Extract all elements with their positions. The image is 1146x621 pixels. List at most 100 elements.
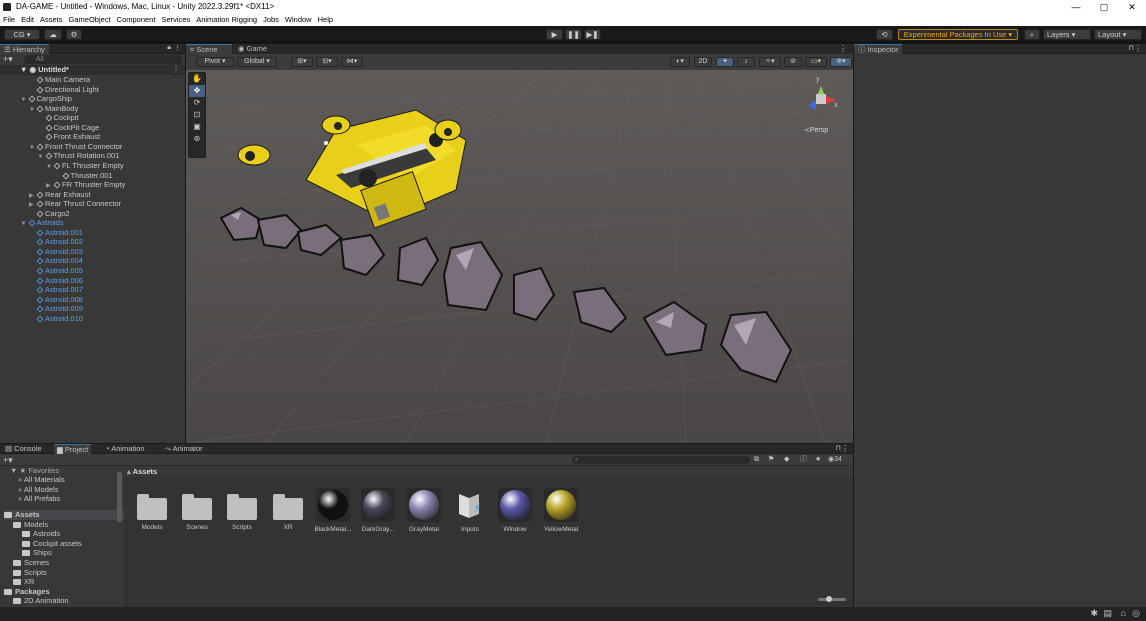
kebab-menu-icon[interactable]: ⋮ <box>174 44 181 52</box>
bug-icon[interactable]: ✱ <box>1090 608 1098 619</box>
lighting-icon[interactable]: ✦ <box>716 57 734 67</box>
favorite-all-models[interactable]: ⌕ All Models <box>18 485 58 495</box>
tab-animator[interactable]: ⤳ Animator <box>162 444 206 454</box>
layout-dropdown[interactable]: Layout ▾ <box>1094 29 1142 40</box>
hidden-objects-icon[interactable]: ⊘ <box>784 57 802 67</box>
lock-icon[interactable]: 🔒︎ <box>167 44 171 52</box>
transform-tool-icon[interactable]: ⊛ <box>189 133 205 145</box>
pivot-dropdown[interactable]: Pivot ▾ <box>196 57 234 67</box>
favorite-all-prefabs[interactable]: ⌕ All Prefabs <box>18 494 60 504</box>
pause-button[interactable]: ❚❚ <box>565 29 582 40</box>
favorite-all-materials[interactable]: ⌕ All Materials <box>18 475 65 485</box>
filter-label-icon[interactable]: ⚑ <box>768 454 774 466</box>
check-icon[interactable]: ◎ <box>1132 608 1140 619</box>
perspective-label[interactable]: ≺Persp <box>804 126 828 134</box>
menu-window[interactable]: Window <box>285 14 312 26</box>
breadcrumb-assets[interactable]: Assets <box>133 467 158 476</box>
increment-snap-icon[interactable]: ⋈▾ <box>341 57 363 67</box>
close-button[interactable]: ✕ <box>1118 0 1146 14</box>
menu-gameobject[interactable]: GameObject <box>69 14 111 26</box>
asset-tile[interactable]: Scripts <box>222 488 262 531</box>
asset-tile[interactable]: XR <box>268 488 308 531</box>
hierarchy-item[interactable]: ▶ FR Thruster Empty <box>46 180 125 190</box>
rotate-tool-icon[interactable]: ⟳ <box>189 97 205 109</box>
project-tree-item[interactable]: Assets <box>4 510 124 520</box>
hierarchy-item[interactable]: Astroid.006 <box>29 276 83 286</box>
hierarchy-item[interactable]: Astroid.002 <box>29 237 83 247</box>
filter-tag-icon[interactable]: ◆ <box>784 454 789 466</box>
tab-animation[interactable]: ◔ Animation <box>102 444 148 454</box>
hierarchy-item[interactable]: CockPit Cage <box>38 123 99 133</box>
camera-settings-icon[interactable]: ▭▾ <box>805 57 827 67</box>
grid-visibility-icon[interactable]: ⊟▾ <box>316 57 338 67</box>
add-icon[interactable]: +▾ <box>3 54 13 65</box>
hierarchy-item[interactable]: ▼ FL Thruster Empty <box>46 161 124 171</box>
hierarchy-item[interactable]: Astroid.009 <box>29 304 83 314</box>
zoom-slider[interactable] <box>818 598 846 601</box>
filter-type-icon[interactable]: ⧉ <box>754 454 759 466</box>
filter-info-icon[interactable]: ⓘ <box>800 454 807 466</box>
maximize-button[interactable]: ▢ <box>1090 0 1118 14</box>
history-icon[interactable]: ⟲ <box>876 29 893 40</box>
hierarchy-item[interactable]: Front Exhaust <box>38 132 100 142</box>
hierarchy-item[interactable]: ▼ CargoShip <box>21 94 72 104</box>
network-icon[interactable]: ⌂ <box>1121 608 1126 618</box>
tab-game[interactable]: ◉ Game <box>234 44 271 54</box>
hierarchy-item[interactable]: Astroid.008 <box>29 295 83 305</box>
step-button[interactable]: ▶❚ <box>584 29 601 40</box>
hand-tool-icon[interactable]: ✋ <box>189 73 205 85</box>
scene-viewport[interactable]: ✋ ✥ ⟳ ⊡ ▣ ⊛ y x ≺Persp <box>186 70 853 443</box>
experimental-packages-button[interactable]: Experimental Packages In Use ▾ <box>898 29 1018 40</box>
expand-arrow-icon[interactable]: ▼ <box>21 96 29 106</box>
project-add-icon[interactable]: +▾ <box>3 454 13 466</box>
project-tree-item[interactable]: Cockpit assets <box>22 539 82 549</box>
global-dropdown[interactable]: Global ▾ <box>237 57 277 67</box>
gizmos-icon[interactable]: ⊕▾ <box>830 57 852 67</box>
gear-icon[interactable]: ⚙ <box>66 29 82 40</box>
tab-project[interactable]: ▆ Project <box>54 444 92 454</box>
hierarchy-item[interactable]: ▶ Rear Exhaust <box>29 190 90 200</box>
audio-icon[interactable]: ♪ <box>737 57 755 67</box>
project-tree-item[interactable]: Astroids <box>22 529 60 539</box>
scene-kebab-icon[interactable]: ⋮ <box>839 44 847 54</box>
project-search-input[interactable]: ⌕ <box>572 456 750 464</box>
project-tree-item[interactable]: Scripts <box>13 568 47 578</box>
scene-kebab-icon[interactable]: ⋮ <box>172 65 180 75</box>
asset-tile[interactable]: Scenes <box>177 488 217 531</box>
asset-tile[interactable]: GrayMetal <box>404 488 444 533</box>
expand-arrow-icon[interactable]: ▼ <box>21 220 29 230</box>
asset-tile[interactable]: Models <box>132 488 172 531</box>
menu-assets[interactable]: Assets <box>40 14 63 26</box>
orientation-gizmo[interactable]: y x ≺Persp <box>798 76 844 138</box>
asset-tile[interactable]: DarkGray... <box>358 488 398 533</box>
grid-snap-icon[interactable]: ⊞▾ <box>291 57 313 67</box>
zoom-slider-thumb[interactable] <box>826 596 832 602</box>
play-button[interactable]: ▶ <box>546 29 563 40</box>
hierarchy-item[interactable]: ▼ Front Thrust Connector <box>29 142 122 152</box>
tab-hierarchy[interactable]: ☰ Hierarchy <box>0 44 49 54</box>
project-tree-item[interactable]: 2D Animation <box>13 596 69 606</box>
hierarchy-item[interactable]: Directional Light <box>29 85 99 95</box>
hierarchy-item[interactable]: ▼ MainBody <box>29 104 78 114</box>
hierarchy-search-input[interactable]: All <box>24 55 182 64</box>
layers-dropdown[interactable]: Layers ▾ <box>1043 29 1091 40</box>
menu-edit[interactable]: Edit <box>21 14 34 26</box>
asset-tile[interactable]: ⚡ Inputs <box>450 488 490 533</box>
search-icon[interactable]: ⌕ <box>1024 29 1040 40</box>
minimize-button[interactable]: — <box>1062 0 1090 14</box>
hierarchy-item[interactable]: Astroid.001 <box>29 228 83 238</box>
expand-arrow-icon[interactable]: ▼ <box>29 144 37 154</box>
asset-tile[interactable]: YellowMetal <box>541 488 581 533</box>
hierarchy-item[interactable]: Astroid.003 <box>29 247 83 257</box>
favorite-star-icon[interactable]: ★ <box>815 454 821 466</box>
menu-jobs[interactable]: Jobs <box>263 14 279 26</box>
menu-services[interactable]: Services <box>161 14 190 26</box>
menu-component[interactable]: Component <box>117 14 156 26</box>
hierarchy-item[interactable]: Astroid.010 <box>29 314 83 324</box>
menu-file[interactable]: File <box>3 14 15 26</box>
effects-icon[interactable]: ✧▾ <box>759 57 781 67</box>
project-kebab-icon[interactable]: ⋮ <box>841 444 849 454</box>
inspector-kebab-icon[interactable]: ⋮ <box>1134 44 1142 54</box>
project-tree-item[interactable]: XR <box>13 577 34 587</box>
scale-tool-icon[interactable]: ⊡ <box>189 109 205 121</box>
